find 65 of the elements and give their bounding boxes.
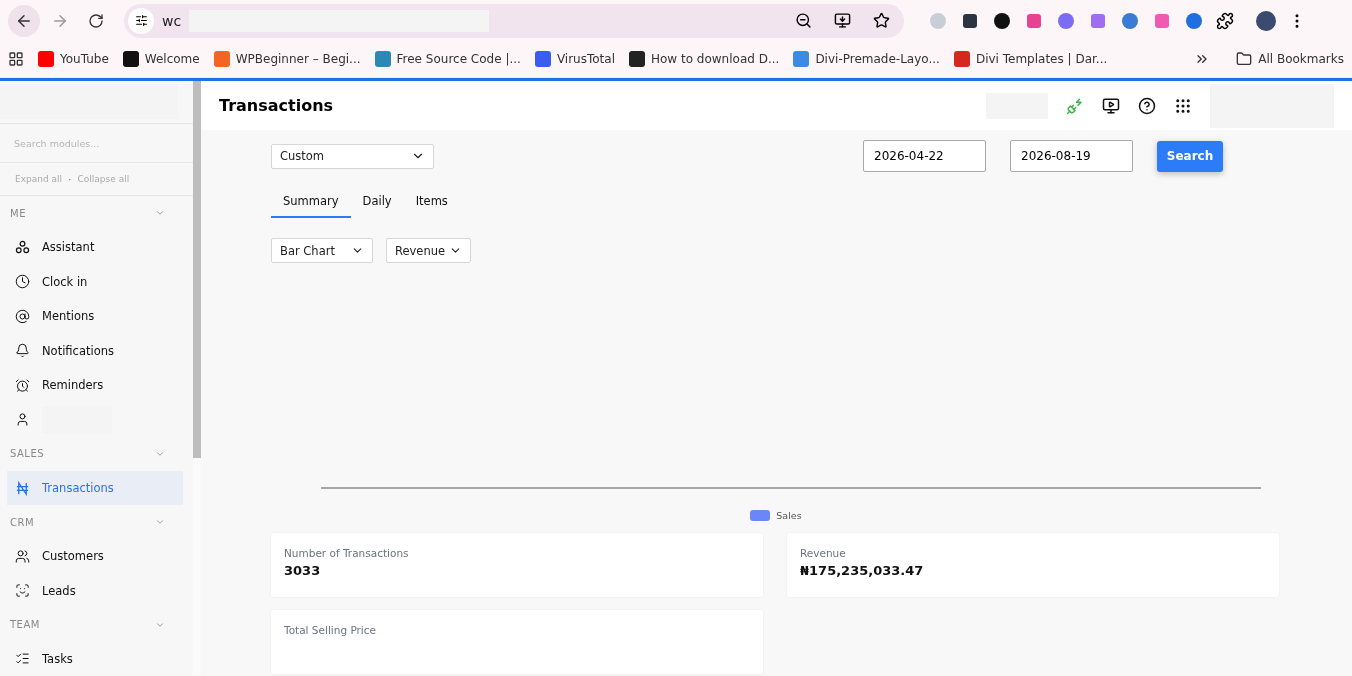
tab[interactable]: Daily <box>350 186 404 218</box>
video-icon[interactable] <box>1102 96 1120 115</box>
star-icon[interactable] <box>873 12 890 29</box>
search-field[interactable]: Search modules... <box>0 124 193 163</box>
plug-icon[interactable] <box>1066 96 1084 115</box>
bookmark[interactable]: YouTube <box>38 51 109 67</box>
apps-grid-icon[interactable] <box>1174 96 1192 115</box>
at-sign-icon <box>15 308 30 324</box>
reload-icon <box>88 12 104 29</box>
checklist-icon <box>15 651 30 667</box>
address-text: wc <box>162 12 182 29</box>
folder-icon <box>1236 51 1253 67</box>
stat-value: 3033 <box>284 563 322 578</box>
stat-label: Revenue <box>800 547 847 559</box>
bookmark[interactable]: WPBeginner – Begi... <box>213 51 361 67</box>
circles-icon <box>15 239 30 255</box>
install-icon[interactable] <box>834 12 851 29</box>
help-icon[interactable] <box>1138 96 1156 115</box>
tab[interactable]: Summary <box>271 186 351 218</box>
face-scan-icon <box>15 583 30 599</box>
clock-icon <box>15 274 30 290</box>
sidebar-item[interactable]: Tasks <box>7 641 183 676</box>
scrollbar-thumb[interactable] <box>193 81 201 458</box>
legend-label: Sales <box>776 510 802 521</box>
search-button[interactable]: Search <box>1157 140 1223 172</box>
separator-dot: · <box>68 172 72 186</box>
bookmark[interactable]: VirusTotal <box>534 51 615 67</box>
sidebar-item[interactable]: Transactions <box>7 470 183 506</box>
address-bar[interactable]: wc <box>124 3 904 38</box>
sidebar-item[interactable]: Customers <box>7 538 183 574</box>
all-bookmarks[interactable]: All Bookmarks <box>1236 51 1344 67</box>
sidebar-item[interactable]: Leads <box>7 573 183 608</box>
stat-value: ₦175,235,033.47 <box>800 563 925 578</box>
naira-icon <box>15 480 30 496</box>
page-title: Transactions <box>219 96 335 115</box>
stat-label: Number of Transactions <box>284 547 410 559</box>
stat-label: Total Selling Price <box>284 624 377 636</box>
bookmark[interactable]: Welcome <box>122 51 200 67</box>
site-settings-button[interactable] <box>128 7 154 34</box>
bookmark[interactable]: Free Source Code |... <box>374 51 521 67</box>
bookmark[interactable]: How to download D... <box>629 51 780 67</box>
alarm-clock-icon <box>15 377 30 393</box>
user-icon <box>15 412 30 428</box>
end-date-field[interactable]: 2026-08-19 <box>1010 140 1133 172</box>
avatar-icon[interactable] <box>1256 10 1276 31</box>
apps-icon[interactable] <box>8 51 24 67</box>
users-icon <box>15 548 30 564</box>
sidebar-item[interactable]: Notifications <box>7 333 183 369</box>
extensions-icon[interactable] <box>1216 11 1234 30</box>
bookmark[interactable]: Divi Templates | Dar... <box>953 51 1108 67</box>
bookmark[interactable]: Divi-Premade-Layo... <box>793 51 940 67</box>
zoom-out-icon[interactable] <box>795 12 812 29</box>
sidebar-item[interactable]: Clock in <box>7 264 183 300</box>
chart-type-dropdown[interactable]: Bar Chart <box>271 238 373 263</box>
start-date-field[interactable]: 2026-04-22 <box>863 140 986 172</box>
tab[interactable]: Items <box>403 186 460 218</box>
bell-icon <box>15 343 30 359</box>
period-dropdown[interactable]: Custom <box>271 143 434 169</box>
back-button[interactable] <box>8 4 40 37</box>
sliders-icon <box>134 14 148 27</box>
sidebar-item[interactable]: Mentions <box>7 299 183 334</box>
extension-icon[interactable] <box>992 10 1012 31</box>
sidebar-item[interactable]: Assistant <box>7 230 183 265</box>
sidebar-item[interactable]: Reminders <box>7 368 183 403</box>
metric-dropdown[interactable]: Revenue <box>386 238 471 263</box>
